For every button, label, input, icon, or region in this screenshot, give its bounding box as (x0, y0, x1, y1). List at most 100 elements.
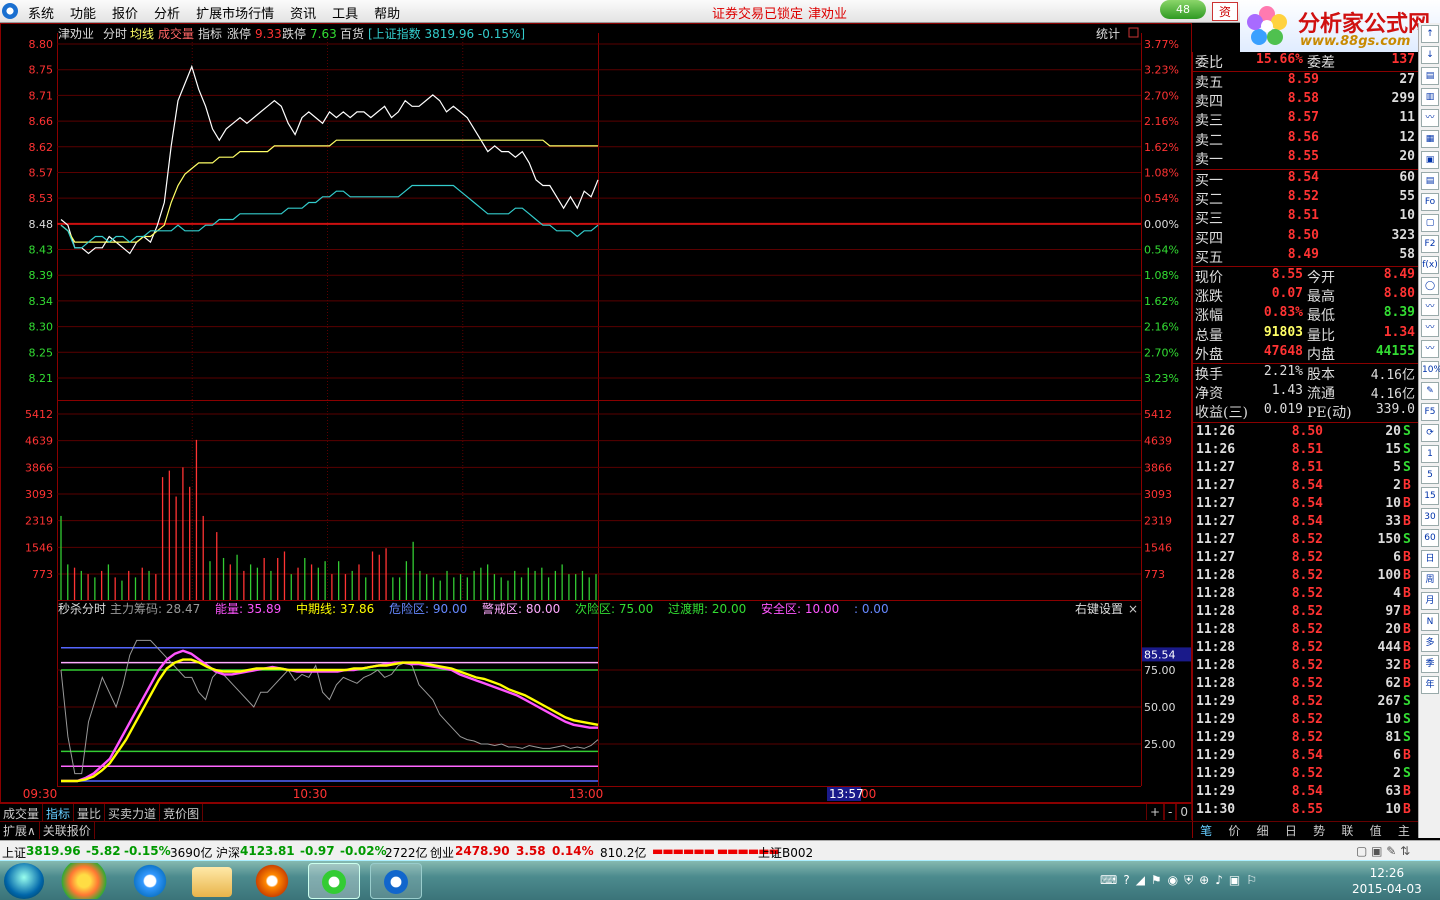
right-tab[interactable]: 笔 (1200, 822, 1212, 838)
toolbar-icon[interactable]: 〰 (1421, 298, 1439, 316)
toolbar-icon[interactable]: ↑ (1421, 25, 1439, 43)
notification-badge[interactable]: 48 (1160, 0, 1206, 19)
menu-tools[interactable]: 工具 (332, 3, 358, 22)
toolbar-icon[interactable]: ↓ (1421, 46, 1439, 64)
sub-tabs: 扩展∧ 关联报价 (0, 821, 1192, 839)
toolbar-icon[interactable]: 〰 (1421, 109, 1439, 127)
right-tab[interactable]: 值 (1370, 822, 1382, 838)
taskbar-clock[interactable]: 12:26 2015-04-03 (1352, 865, 1422, 897)
menu-extended-market[interactable]: 扩展市场行情 (196, 3, 274, 22)
stats-toggle-icon[interactable] (1128, 27, 1139, 38)
stats-button[interactable]: 统计 (1096, 27, 1120, 41)
right-tab[interactable]: 价 (1228, 822, 1240, 838)
file-explorer-icon[interactable] (192, 867, 232, 897)
taskbar-app-icon[interactable] (58, 863, 110, 899)
toolbar-icon[interactable]: 多 (1421, 634, 1439, 652)
sell-order-row[interactable]: 卖二 8.56 12 (1193, 130, 1419, 149)
zoom-reset-button[interactable]: 0 (1176, 804, 1192, 820)
sh-label[interactable]: 上证 (2, 844, 26, 861)
right-tab[interactable]: 势 (1313, 822, 1325, 838)
tab-expand[interactable]: 扩展∧ (0, 822, 40, 839)
toolbar-icon[interactable]: ▣ (1421, 151, 1439, 169)
toolbar-icon[interactable]: ▥ (1421, 88, 1439, 106)
right-tab[interactable]: 主 (1398, 822, 1410, 838)
toolbar-icon[interactable]: F5 (1421, 403, 1439, 421)
toolbar-icon[interactable]: 10% (1421, 361, 1440, 379)
toolbar-icon[interactable]: 60 (1421, 529, 1439, 547)
indicator-close-icon[interactable]: × (1128, 602, 1138, 616)
toolbar-icon[interactable]: 〰 (1421, 319, 1439, 337)
buy-order-row[interactable]: 买一 8.54 60 (1193, 170, 1419, 189)
menu-help[interactable]: 帮助 (374, 3, 400, 22)
tab-related-quotes[interactable]: 关联报价 (40, 822, 95, 839)
menu-news[interactable]: 资讯 (290, 3, 316, 22)
toolbar-icon[interactable]: 30 (1421, 508, 1439, 526)
toolbar-icon[interactable]: 5 (1421, 466, 1439, 484)
sector-label[interactable]: 百货 (340, 26, 364, 41)
toolbar-icon[interactable]: F2 (1421, 235, 1439, 253)
menu-quote[interactable]: 报价 (112, 3, 138, 22)
tab-zhibiao[interactable]: 指标 (198, 26, 222, 41)
toolbar-icon[interactable]: ⟳ (1421, 424, 1439, 442)
info-button[interactable]: 资 (1212, 2, 1238, 21)
toolbar-icon[interactable]: ▢ (1421, 214, 1439, 232)
toolbar-icon[interactable]: 1 (1421, 445, 1439, 463)
sell-order-row[interactable]: 卖三 8.57 11 (1193, 110, 1419, 129)
hs-label[interactable]: 沪深 (216, 844, 240, 861)
ie-browser-icon[interactable] (124, 863, 176, 899)
toolbar-icon[interactable]: Fo (1421, 193, 1439, 211)
chart-area[interactable]: 85.54 8.80 3.77% 8.75 3.23% 8.71 2.70% 8.66 2.1… (0, 23, 1192, 803)
media-player-icon[interactable] (246, 863, 298, 899)
zoom-in-button[interactable]: + (1145, 804, 1165, 820)
sell-order-row[interactable]: 卖一 8.55 20 (1193, 149, 1419, 168)
zoom-out-button[interactable]: - (1164, 804, 1177, 820)
buy-order-row[interactable]: 买三 8.51 10 (1193, 208, 1419, 227)
toolbar-icon[interactable]: 年 (1421, 676, 1439, 694)
start-button-icon[interactable] (4, 863, 44, 899)
system-tray-icons[interactable]: ⌨?◢⚑◉⛨⊕♪▣⚐ (1100, 873, 1263, 888)
toolbar-icon[interactable]: ▤ (1421, 67, 1439, 85)
toolbar-icon[interactable]: f(x) (1421, 256, 1439, 274)
right-toolbar: ↑↓▤▥〰▦▣▤Fo▢F2f(x)◯〰〰〰10%✎F5⟳15153060日周月N… (1418, 23, 1440, 838)
right-tab[interactable]: 细 (1257, 822, 1269, 838)
toolbar-icon[interactable]: 月 (1421, 592, 1439, 610)
taskbar-active-app-icon[interactable] (308, 863, 360, 899)
sell-order-row[interactable]: 卖五 8.59 27 (1193, 72, 1419, 91)
buy-order-row[interactable]: 买四 8.50 323 (1193, 228, 1419, 247)
toolbar-icon[interactable]: 周 (1421, 571, 1439, 589)
tab-fenshi[interactable]: 分时 (103, 27, 127, 41)
fund-value-2: 4.16亿 (1370, 387, 1415, 403)
buy-order-row[interactable]: 买二 8.52 55 (1193, 189, 1419, 208)
right-tab[interactable]: 日 (1285, 822, 1297, 838)
toolbar-icon[interactable]: ▦ (1421, 130, 1439, 148)
toolbar-icon[interactable]: ▤ (1421, 172, 1439, 190)
volume-axis-tick: 1546 (25, 541, 53, 554)
right-click-settings[interactable]: 右键设置 (1075, 601, 1123, 616)
toolbar-icon[interactable]: ◯ (1421, 277, 1439, 295)
status-tools-icon[interactable]: ▢ ▣ ✎ ⇅ (1356, 844, 1410, 858)
index-info: [上证指数 3819.96 -0.15%] (368, 26, 525, 41)
buy-order-row[interactable]: 买五 8.49 58 (1193, 247, 1419, 266)
right-tab[interactable]: 联 (1341, 822, 1353, 838)
fund-label-2: PE(动) (1307, 405, 1352, 422)
cy-label[interactable]: 创业 (430, 844, 454, 861)
menu-analysis[interactable]: 分析 (154, 3, 180, 22)
brand-url[interactable]: www.88gs.com (1300, 34, 1410, 49)
toolbar-icon[interactable]: 〰 (1421, 340, 1439, 358)
toolbar-icon[interactable]: 日 (1421, 550, 1439, 568)
tick-volume: 10 (1385, 802, 1401, 817)
fund-value: 1.43 (1271, 383, 1303, 399)
toolbar-icon[interactable]: ✎ (1421, 382, 1439, 400)
indicator-name[interactable]: 秒杀分时 (58, 601, 106, 616)
ticker-scroll[interactable]: 上证B002 (758, 844, 813, 861)
tab-chengjiao[interactable]: 成交量 (158, 26, 194, 41)
toolbar-icon[interactable]: 季 (1421, 655, 1439, 673)
app-logo-icon[interactable] (2, 3, 18, 19)
tab-junxian[interactable]: 均线 (130, 27, 154, 41)
analyst-app-icon[interactable] (370, 863, 422, 899)
toolbar-icon[interactable]: N (1421, 613, 1439, 631)
menu-function[interactable]: 功能 (70, 3, 96, 22)
toolbar-icon[interactable]: 15 (1421, 487, 1439, 505)
sell-order-row[interactable]: 卖四 8.58 299 (1193, 91, 1419, 110)
menu-system[interactable]: 系统 (28, 3, 54, 22)
